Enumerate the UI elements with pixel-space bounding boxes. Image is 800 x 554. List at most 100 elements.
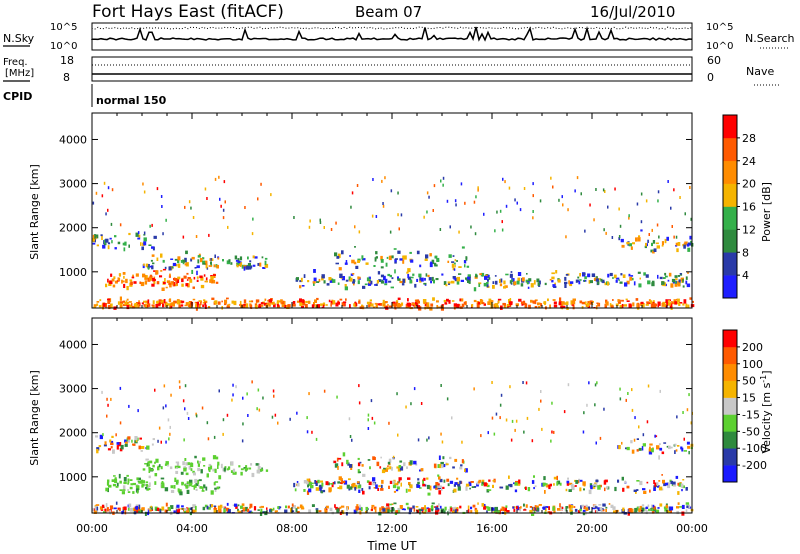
heatmap-cell	[416, 299, 420, 303]
heatmap-cell	[491, 416, 494, 420]
heatmap-cell	[182, 461, 185, 466]
heatmap-cell	[197, 259, 200, 264]
heatmap-cell	[296, 482, 300, 487]
heatmap-cell	[470, 225, 472, 229]
heatmap-cell	[216, 264, 219, 269]
heatmap-cell	[523, 187, 526, 190]
heatmap-cell	[658, 455, 660, 460]
heatmap-cell	[177, 465, 181, 469]
heatmap-cell	[170, 485, 174, 489]
heatmap-cell	[636, 480, 640, 482]
heatmap-cell	[143, 241, 147, 246]
heatmap-cell	[520, 301, 524, 304]
heatmap-cell	[413, 460, 417, 465]
heatmap-cell	[127, 491, 131, 493]
heatmap-cell	[573, 506, 576, 508]
heatmap-cell	[247, 263, 251, 267]
heatmap-cell	[117, 277, 120, 281]
heatmap-cell	[295, 508, 298, 512]
heatmap-cell	[277, 421, 279, 425]
heatmap-cell	[473, 200, 476, 204]
heatmap-cell	[105, 487, 109, 492]
heatmap-cell	[497, 298, 502, 301]
heatmap-cell	[311, 504, 315, 507]
y-tick-label: 2000	[59, 427, 87, 440]
velocity-colorbar-label-sup: -1	[759, 375, 768, 383]
heatmap-cell	[96, 244, 99, 247]
colorbar-tick-label: 16	[742, 201, 756, 214]
heatmap-cell	[559, 297, 562, 302]
heatmap-cell	[544, 282, 547, 286]
heatmap-cell	[641, 446, 644, 451]
heatmap-cell	[413, 508, 416, 512]
heatmap-cell	[517, 272, 522, 276]
heatmap-cell	[158, 464, 161, 468]
heatmap-cell	[574, 189, 576, 193]
heatmap-cell	[398, 477, 401, 482]
heatmap-cell	[446, 298, 449, 302]
heatmap-cell	[566, 480, 570, 484]
heatmap-cell	[110, 222, 113, 226]
heatmap-cell	[260, 182, 262, 186]
heatmap-cell	[122, 489, 126, 491]
heatmap-cell	[264, 298, 267, 301]
heatmap-cell	[232, 393, 234, 397]
heatmap-cell	[630, 246, 633, 250]
heatmap-cell	[614, 187, 616, 191]
heatmap-cell	[653, 480, 655, 485]
heatmap-cell	[393, 490, 396, 493]
heatmap-cell	[362, 285, 366, 289]
heatmap-cell	[687, 445, 691, 449]
heatmap-cell	[176, 479, 179, 484]
heatmap-cell	[534, 485, 537, 488]
heatmap-cell	[417, 481, 420, 485]
heatmap-cell	[308, 225, 311, 229]
heatmap-cell	[649, 446, 651, 450]
heatmap-cell	[111, 240, 113, 244]
heatmap-cell	[552, 284, 556, 288]
heatmap-cell	[314, 299, 317, 303]
heatmap-cell	[459, 298, 462, 302]
heatmap-cell	[591, 273, 596, 277]
heatmap-cell	[224, 200, 226, 204]
heatmap-cell	[473, 287, 477, 292]
heatmap-cell	[563, 410, 566, 414]
heatmap-cell	[339, 273, 343, 278]
heatmap-cell	[379, 507, 381, 512]
heatmap-cell	[380, 280, 384, 284]
heatmap-cell	[519, 208, 522, 212]
heatmap-cell	[361, 255, 364, 260]
power-colorbar-label: Power [dB]	[760, 182, 773, 242]
heatmap-cell	[190, 206, 192, 210]
heatmap-cell	[180, 471, 184, 475]
heatmap-cell	[141, 302, 144, 305]
heatmap-cell	[441, 464, 444, 469]
x-tick-label: 20:00	[576, 522, 608, 535]
heatmap-cell	[110, 442, 114, 445]
heatmap-cell	[357, 260, 360, 263]
heatmap-cell	[687, 247, 691, 252]
heatmap-cell	[96, 449, 99, 454]
heatmap-cell	[257, 466, 261, 469]
heatmap-cell	[173, 485, 176, 489]
heatmap-cell	[454, 482, 458, 485]
heatmap-cell	[321, 482, 324, 487]
heatmap-cell	[562, 203, 564, 207]
heatmap-cell	[281, 304, 285, 307]
heatmap-cell	[671, 225, 673, 228]
heatmap-cell	[119, 223, 122, 227]
heatmap-cell	[469, 487, 471, 490]
heatmap-cell	[387, 461, 391, 465]
heatmap-cell	[196, 265, 200, 269]
heatmap-cell	[494, 303, 498, 307]
heatmap-cell	[618, 445, 621, 450]
heatmap-cell	[318, 510, 322, 513]
heatmap-cell	[603, 228, 605, 232]
heatmap-cell	[186, 279, 189, 281]
heatmap-cell	[350, 486, 353, 490]
heatmap-cell	[235, 385, 237, 389]
heatmap-cell	[350, 277, 353, 282]
heatmap-cell	[606, 486, 609, 489]
heatmap-cell	[584, 276, 587, 280]
colorbar-swatch	[723, 252, 737, 276]
